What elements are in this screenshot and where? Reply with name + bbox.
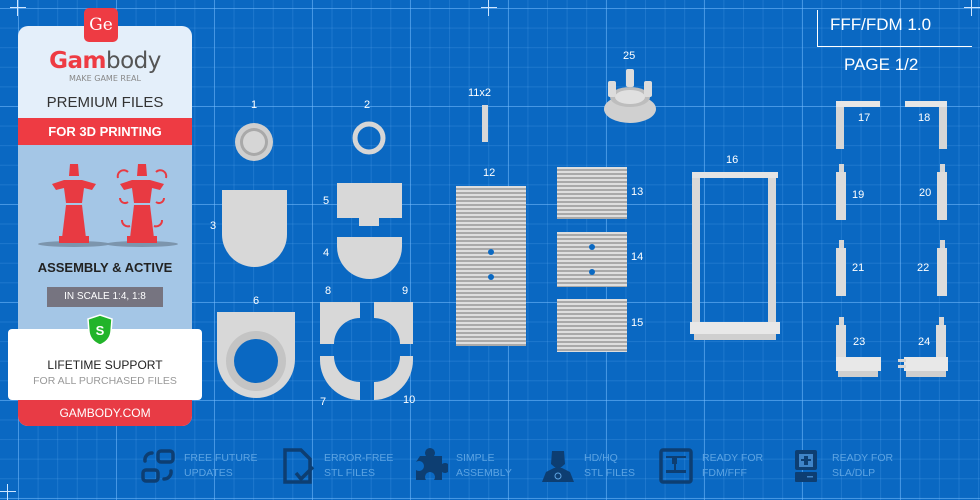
feature-fdm-ready: READY FOR FDM/FFF <box>658 448 763 484</box>
corner-cross-icon <box>481 0 497 16</box>
part-label: 15 <box>631 317 644 329</box>
part-23-foot <box>836 317 881 377</box>
sla-printer-icon <box>795 450 817 482</box>
assembled-figures-icon <box>38 164 178 247</box>
part-label: 3 <box>210 220 217 232</box>
part-14-ribbed-panel <box>557 232 627 287</box>
update-arrows-icon <box>141 449 175 483</box>
part-15-ribbed-panel <box>557 299 627 352</box>
part-label: 12 <box>483 167 496 179</box>
part-label: 18 <box>918 112 931 124</box>
svg-text:S: S <box>96 323 105 338</box>
part-label: 14 <box>631 251 644 263</box>
hole-marker <box>589 244 595 250</box>
hole-marker <box>488 249 494 255</box>
part-label: 23 <box>853 336 866 348</box>
part-4-half-disc <box>337 237 402 279</box>
part-5-tab <box>359 217 379 226</box>
part-label: 25 <box>623 50 636 62</box>
part-label: 17 <box>858 112 871 124</box>
lifetime-support-heading: LIFETIME SUPPORT <box>47 358 163 372</box>
part-11-peg <box>482 105 488 142</box>
part-label: 22 <box>917 262 930 274</box>
part-24-foot <box>898 317 948 377</box>
hole-marker <box>488 274 494 280</box>
part-3-plate <box>222 190 287 267</box>
part-1-cap <box>235 123 273 161</box>
hero-bust-icon <box>542 451 574 482</box>
part-label: 2 <box>364 99 371 111</box>
puzzle-icon <box>416 448 448 480</box>
part-label: 4 <box>323 247 330 259</box>
feature-error-free: ERROR-FREE STL FILES <box>280 448 393 484</box>
brand-tagline: MAKE GAME REAL <box>69 74 141 83</box>
part-label: 24 <box>918 336 931 348</box>
part-21-post <box>836 240 846 296</box>
corner-cross-icon <box>10 0 26 16</box>
part-label: 1 <box>251 99 258 111</box>
hole-marker <box>589 269 595 275</box>
shield-icon: S <box>87 314 113 346</box>
part-16-frame <box>690 172 780 340</box>
part-label: 5 <box>323 195 330 207</box>
part-19-post <box>836 164 846 220</box>
feature-simple-assembly: SIMPLE ASSEMBLY <box>412 448 512 484</box>
gambody-site-link[interactable]: GAMBODY.COM <box>18 400 192 426</box>
part-25-crown-cap <box>604 69 656 123</box>
part-18-corner <box>905 101 947 149</box>
brand-name: Gambody <box>49 48 161 74</box>
scale-badge: IN SCALE 1:4, 1:8 <box>47 287 163 307</box>
part-label: 16 <box>726 154 739 166</box>
page-indicator: PAGE 1/2 <box>844 55 919 74</box>
part-label: 20 <box>919 187 932 199</box>
part-20-post <box>937 164 947 220</box>
parts-7-10-ring-quarters <box>320 302 413 400</box>
part-label: 6 <box>253 295 260 307</box>
part-label: 21 <box>852 262 865 274</box>
part-22-post <box>937 240 947 296</box>
part-label: 9 <box>402 285 409 297</box>
feature-sla-ready: READY FOR SLA/DLP <box>788 448 893 484</box>
corner-cross-icon <box>0 484 16 500</box>
for-3d-printing-banner: FOR 3D PRINTING <box>18 118 192 145</box>
fdm-printer-icon <box>659 448 693 484</box>
part-5-plate <box>337 183 402 218</box>
part-label: 8 <box>325 285 332 297</box>
part-13-ribbed-panel <box>557 167 627 219</box>
premium-files-heading: PREMIUM FILES <box>46 94 164 111</box>
purchased-files-caption: FOR ALL PURCHASED FILES <box>33 375 177 387</box>
part-17-corner <box>836 101 880 149</box>
part-2-ring <box>352 121 386 155</box>
file-check-icon <box>283 448 315 484</box>
feature-free-updates: FREE FUTURE UPDATES <box>140 448 258 484</box>
part-6-base <box>217 312 295 398</box>
part-label: 19 <box>852 189 865 201</box>
part-label: 11x2 <box>468 87 492 99</box>
part-12-ribbed-panel <box>456 186 526 346</box>
assembly-active-heading: ASSEMBLY & ACTIVE <box>37 260 173 275</box>
feature-hd-stl: HD/HQ STL FILES <box>540 448 635 484</box>
part-label: 13 <box>631 186 644 198</box>
format-version-title: FFF/FDM 1.0 <box>830 15 932 34</box>
gambody-logo-icon: Ge <box>84 8 118 42</box>
